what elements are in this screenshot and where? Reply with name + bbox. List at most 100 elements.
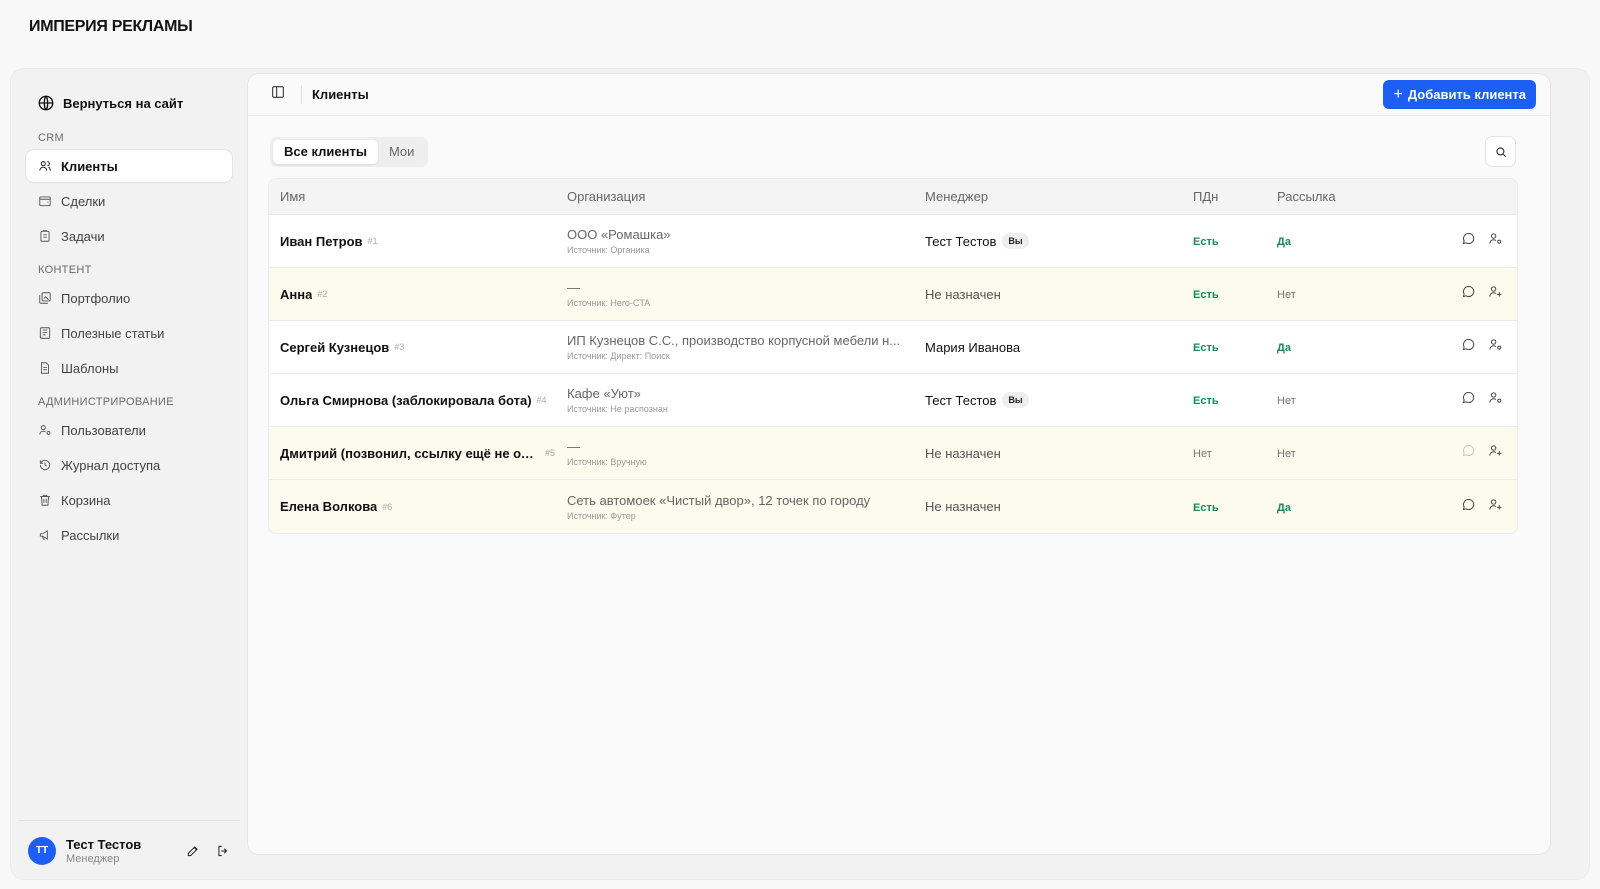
- table-row[interactable]: Сергей Кузнецов #3 ИП Кузнецов С.С., про…: [269, 321, 1517, 374]
- avatar[interactable]: ТТ: [28, 836, 56, 865]
- client-number: #2: [317, 289, 328, 299]
- tab-my-clients[interactable]: Мои: [378, 140, 425, 164]
- cell-organization: Кафе «Уют» Источник: Не распознан: [567, 386, 925, 414]
- chat-button[interactable]: [1461, 284, 1476, 304]
- sidebar-item[interactable]: Пользователи: [26, 414, 232, 446]
- client-name[interactable]: Ольга Смирнова (заблокировала бота): [280, 393, 532, 408]
- assign-manager-button[interactable]: [1488, 390, 1503, 410]
- column-header-mailing[interactable]: Рассылка: [1277, 189, 1437, 204]
- client-name[interactable]: Елена Волкова: [280, 499, 377, 514]
- page-title: Клиенты: [312, 87, 369, 102]
- cell-pdn: Нет: [1193, 444, 1277, 462]
- panel-left-icon: [272, 86, 284, 98]
- cell-organization: — Источник: Вручную: [567, 439, 925, 467]
- cell-actions: [1437, 337, 1517, 357]
- cell-name: Дмитрий (позвонил, ссылку ещё не откр...…: [269, 446, 567, 461]
- clipboard-icon: [40, 230, 50, 242]
- organization-name: ИП Кузнецов С.С., производство корпусной…: [567, 333, 901, 348]
- mailing-status: Нет: [1277, 289, 1296, 301]
- client-name[interactable]: Сергей Кузнецов: [280, 340, 389, 355]
- client-number: #6: [382, 501, 393, 512]
- cell-pdn: Есть: [1193, 391, 1277, 409]
- sidebar-item-label: Портфолио: [61, 290, 131, 306]
- chat-button[interactable]: [1461, 231, 1476, 251]
- back-to-site-link[interactable]: Вернуться на сайт: [26, 86, 232, 120]
- table-row[interactable]: Иван Петров #1 ООО «Ромашка» Источник: О…: [269, 215, 1517, 268]
- column-header-name[interactable]: Имя: [269, 189, 567, 204]
- pencil-icon[interactable]: [186, 844, 200, 858]
- chat-button[interactable]: [1461, 337, 1476, 357]
- you-badge: Вы: [1002, 233, 1029, 249]
- table-row[interactable]: Ольга Смирнова (заблокировала бота) #4 К…: [269, 374, 1517, 427]
- assign-manager-button[interactable]: [1488, 337, 1503, 357]
- cell-mailing: Да: [1277, 232, 1437, 250]
- brand-logo: ИМПЕРИЯ РЕКЛАМЫ: [29, 18, 193, 35]
- cell-pdn: Есть: [1193, 232, 1277, 250]
- gallery-icon: [39, 292, 51, 304]
- header-divider: [301, 85, 302, 104]
- chat-bubble-icon: [1462, 391, 1475, 404]
- manager-name: Тест Тестов: [925, 392, 997, 408]
- cell-manager: Не назначен: [925, 499, 1193, 514]
- user-settings-icon: [1489, 233, 1502, 244]
- cell-pdn: Есть: [1193, 338, 1277, 356]
- cell-name: Анна #2: [269, 287, 567, 302]
- sidebar-item[interactable]: Журнал доступа: [26, 449, 232, 481]
- search-button[interactable]: [1485, 136, 1516, 167]
- cell-mailing: Нет: [1277, 285, 1437, 303]
- users-icon: [39, 161, 51, 171]
- assign-manager-button[interactable]: [1488, 497, 1503, 517]
- column-header-manager[interactable]: Менеджер: [925, 189, 1193, 204]
- manager-name: Не назначен: [925, 286, 1001, 302]
- sidebar-item-label: Задачи: [61, 228, 105, 244]
- section-title: КОНТЕНТ: [38, 264, 92, 276]
- sidebar-item[interactable]: Рассылки: [26, 519, 232, 551]
- chat-button[interactable]: [1461, 390, 1476, 410]
- table-row[interactable]: Елена Волкова #6 Сеть автомоек «Чистый д…: [269, 480, 1517, 533]
- lead-source: Источник: Органика: [567, 245, 650, 255]
- client-name[interactable]: Дмитрий (позвонил, ссылку ещё не откр...: [280, 446, 540, 461]
- add-client-button[interactable]: + Добавить клиента: [1383, 80, 1536, 109]
- document-icon: [41, 362, 49, 374]
- sidebar-item-label: Сделки: [61, 193, 106, 209]
- tab-all-clients[interactable]: Все клиенты: [273, 139, 378, 164]
- manager: Мария Иванова: [925, 340, 1193, 355]
- organization-name: —: [567, 439, 580, 454]
- sidebar-item[interactable]: Шаблоны: [26, 352, 232, 384]
- sidebar-item[interactable]: Задачи: [26, 220, 232, 252]
- cell-name: Ольга Смирнова (заблокировала бота) #4: [269, 393, 567, 408]
- manager-name: Не назначен: [925, 499, 1001, 514]
- sidebar-item[interactable]: Сделки: [26, 185, 232, 217]
- sidebar-item-label: Клиенты: [61, 158, 118, 174]
- user-cog-icon: [39, 425, 51, 435]
- cell-organization: Сеть автомоек «Чистый двор», 12 точек по…: [567, 493, 925, 521]
- sidebar-item[interactable]: Корзина: [26, 484, 232, 516]
- client-name-wrap: Ольга Смирнова (заблокировала бота) #4: [280, 393, 567, 408]
- chat-button[interactable]: [1461, 497, 1476, 517]
- sidebar-item[interactable]: Клиенты: [26, 150, 232, 182]
- client-name[interactable]: Анна: [280, 287, 312, 302]
- column-header-pdn[interactable]: ПДн: [1193, 189, 1277, 204]
- assign-manager-button[interactable]: [1488, 284, 1503, 304]
- assign-manager-button[interactable]: [1488, 231, 1503, 251]
- user-role: Менеджер: [66, 852, 120, 865]
- client-name[interactable]: Иван Петров: [280, 234, 363, 249]
- chat-button[interactable]: [1461, 443, 1476, 463]
- sidebar-toggle-button[interactable]: [270, 84, 286, 105]
- sidebar-item[interactable]: Портфолио: [26, 282, 232, 314]
- assign-manager-button[interactable]: [1488, 443, 1503, 463]
- plus-icon: +: [1393, 85, 1403, 103]
- cell-actions: [1437, 284, 1517, 304]
- table-row[interactable]: Анна #2 — Источник: Hero-CTA Не назначен…: [269, 268, 1517, 321]
- table-row[interactable]: Дмитрий (позвонил, ссылку ещё не откр...…: [269, 427, 1517, 480]
- client-name-wrap: Сергей Кузнецов #3: [280, 340, 567, 355]
- sidebar-item[interactable]: Полезные статьи: [26, 317, 232, 349]
- organization-name: —: [567, 280, 580, 295]
- column-header-organization[interactable]: Организация: [567, 189, 925, 204]
- logout-icon[interactable]: [216, 844, 230, 858]
- toolbar: Все клиенты Мои: [248, 136, 1550, 167]
- chat-bubble-icon: [1462, 232, 1475, 245]
- manager-name: Не назначен: [925, 445, 1001, 461]
- manager-name: Мария Иванова: [925, 339, 1021, 355]
- section-title: АДМИНИСТРИРОВАНИЕ: [38, 396, 174, 408]
